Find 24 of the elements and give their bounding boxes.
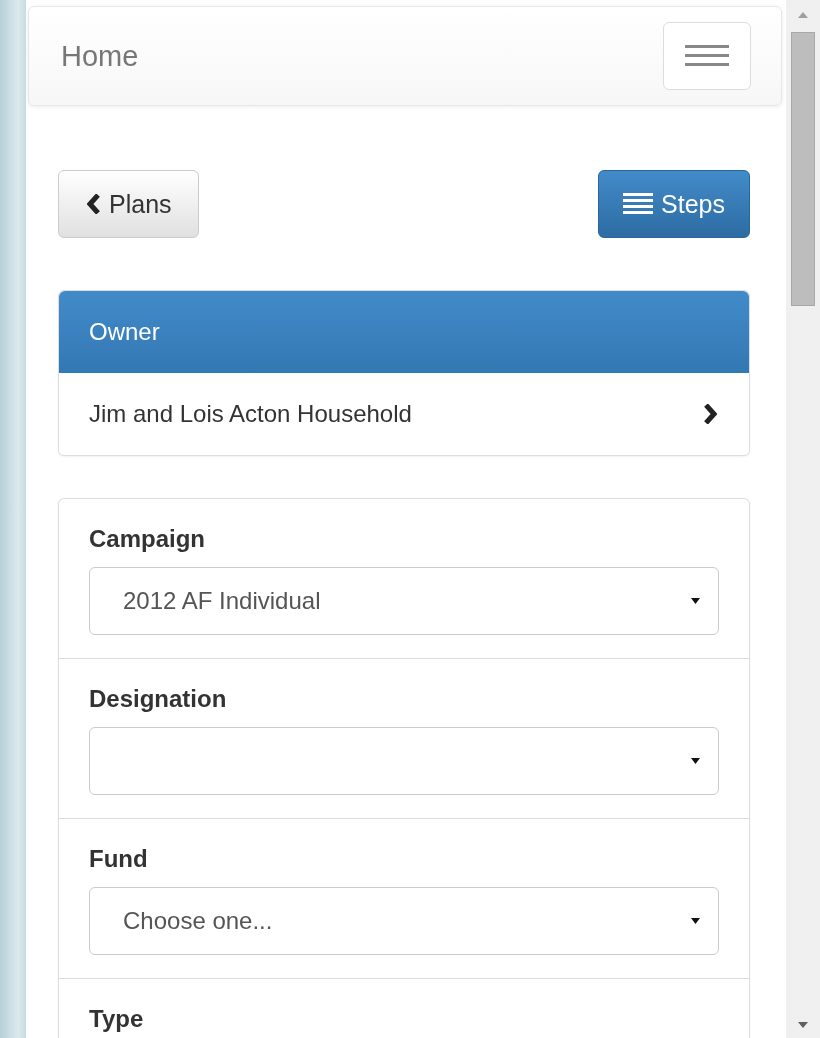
navbar-title[interactable]: Home xyxy=(61,39,139,73)
chevron-left-icon xyxy=(87,194,101,214)
menu-button[interactable] xyxy=(663,22,751,90)
panel-heading: Owner xyxy=(59,291,749,373)
steps-button[interactable]: Steps xyxy=(598,170,750,238)
field-label: Designation xyxy=(89,685,228,713)
dropdown-arrow-icon xyxy=(691,598,700,604)
menu-icon xyxy=(685,45,729,67)
scroll-down-icon[interactable] xyxy=(798,1022,808,1028)
list-icon xyxy=(623,193,654,215)
select-field[interactable]: 2012 AF Individual xyxy=(89,567,719,635)
select-field[interactable]: Choose one... xyxy=(89,887,719,955)
scrollbar-thumb[interactable] xyxy=(791,32,815,306)
dropdown-arrow-icon xyxy=(691,758,700,764)
select-field[interactable] xyxy=(89,727,719,795)
field-label: Type xyxy=(89,1005,145,1033)
scrollbar[interactable] xyxy=(786,0,820,1038)
field-label: Campaign xyxy=(89,525,206,553)
chevron-right-icon xyxy=(703,404,717,424)
back-button[interactable]: Plans xyxy=(58,170,199,238)
field-label: Fund xyxy=(89,845,149,873)
scroll-up-icon[interactable] xyxy=(798,12,808,18)
owner-list-item[interactable]: Jim and Lois Acton Household xyxy=(59,373,749,455)
dropdown-arrow-icon xyxy=(691,918,700,924)
